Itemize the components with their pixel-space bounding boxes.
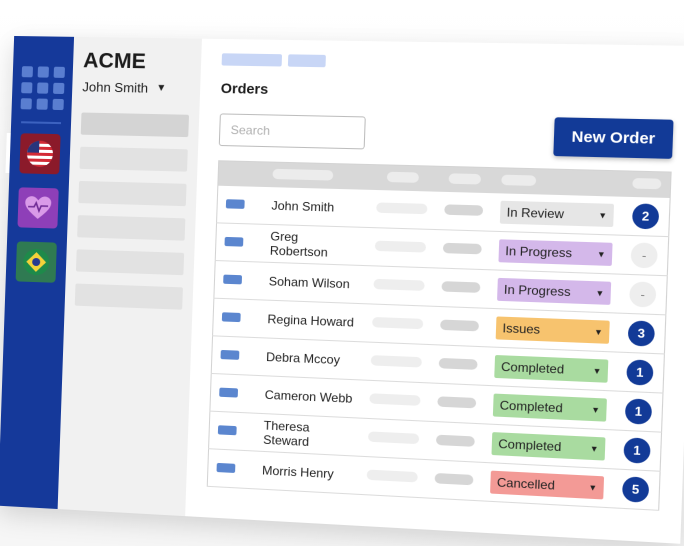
placeholder-cell — [439, 358, 478, 370]
sidebar-item[interactable] — [78, 181, 186, 206]
app-tile-health[interactable] — [17, 187, 58, 228]
status-label: Cancelled — [497, 475, 555, 493]
count-badge: - — [629, 281, 656, 307]
row-tag-icon — [226, 199, 245, 209]
count-badge: - — [630, 242, 657, 268]
status-label: Completed — [499, 398, 563, 415]
chevron-down-icon: ▼ — [597, 249, 606, 259]
app-window: ACME John Smith ▼ Orders New Order — [0, 36, 684, 544]
count-badge: 5 — [622, 476, 649, 503]
placeholder-cell — [440, 320, 479, 332]
status-dropdown[interactable]: Completed ▼ — [493, 394, 607, 422]
customer-name: Regina Howard — [267, 312, 354, 330]
orders-table: John Smith In Review ▼ 2 Greg Robertson In Pr… — [207, 160, 672, 511]
placeholder-cell — [437, 396, 476, 408]
status-dropdown[interactable]: In Progress ▼ — [498, 239, 612, 266]
placeholder-cell — [373, 279, 424, 291]
placeholder-cell — [435, 473, 474, 485]
row-tag-icon — [222, 312, 241, 322]
row-tag-icon — [219, 388, 238, 398]
customer-name: Debra Mccoy — [266, 350, 340, 367]
customer-name: John Smith — [271, 198, 334, 214]
sidebar-item[interactable] — [80, 147, 188, 172]
customer-name: Greg Robertson — [270, 229, 328, 260]
status-label: Completed — [501, 359, 565, 376]
status-label: In Review — [506, 205, 564, 221]
status-dropdown[interactable]: Completed ▼ — [491, 432, 605, 460]
row-tag-icon — [224, 237, 243, 247]
search-input[interactable] — [219, 113, 366, 149]
count-badge: 1 — [623, 437, 650, 464]
placeholder-cell — [368, 431, 419, 444]
app-tile-us[interactable] — [19, 133, 60, 174]
status-label: In Progress — [504, 282, 571, 299]
count-badge: 1 — [625, 398, 652, 424]
brand-title: ACME — [83, 49, 191, 75]
status-dropdown[interactable]: Issues ▼ — [496, 316, 610, 343]
main-content: Orders New Order John SmithIn Revie — [185, 39, 684, 544]
sidebar-item[interactable] — [81, 112, 189, 137]
chevron-down-icon: ▼ — [156, 83, 166, 94]
page-title: Orders — [221, 80, 675, 105]
flag-brazil-icon — [23, 249, 50, 276]
chevron-down-icon: ▼ — [598, 210, 607, 220]
chevron-down-icon: ▼ — [590, 444, 599, 454]
placeholder-cell — [369, 393, 420, 406]
sidebar-item[interactable] — [76, 249, 184, 275]
row-tag-icon — [223, 275, 242, 285]
placeholder-cell — [376, 202, 427, 214]
placeholder-cell — [372, 317, 423, 329]
app-grid-icon[interactable] — [20, 66, 64, 110]
status-label: In Progress — [505, 244, 572, 261]
breadcrumb — [222, 53, 676, 73]
sidebar-item[interactable] — [75, 284, 183, 310]
status-label: Issues — [502, 321, 540, 337]
breadcrumb-item[interactable] — [288, 54, 326, 67]
sidebar-item[interactable] — [77, 215, 185, 241]
chevron-down-icon: ▼ — [592, 366, 601, 376]
chevron-down-icon: ▼ — [595, 288, 604, 298]
row-tag-icon — [217, 463, 236, 473]
row-tag-icon — [220, 350, 239, 360]
user-name: John Smith — [82, 79, 148, 95]
placeholder-cell — [371, 355, 422, 367]
count-badge: 3 — [628, 320, 655, 346]
flag-us-icon — [27, 140, 54, 167]
chevron-down-icon: ▼ — [591, 405, 600, 415]
status-dropdown[interactable]: In Review ▼ — [500, 201, 614, 227]
placeholder-cell — [436, 435, 475, 447]
customer-name: Soham Wilson — [269, 274, 350, 291]
app-tile-brazil[interactable] — [16, 241, 57, 282]
placeholder-cell — [444, 204, 483, 216]
placeholder-cell — [367, 470, 418, 483]
count-badge: 2 — [632, 203, 659, 229]
placeholder-cell — [441, 281, 480, 293]
rail-divider — [21, 121, 61, 124]
status-label: Completed — [498, 437, 562, 455]
health-heart-icon — [24, 194, 53, 221]
count-badge: 1 — [626, 359, 653, 385]
customer-name: Cameron Webb — [265, 388, 353, 406]
placeholder-cell — [443, 243, 482, 255]
status-dropdown[interactable]: Cancelled ▼ — [490, 471, 604, 500]
row-tag-icon — [218, 425, 237, 435]
screenshot-stage: ACME John Smith ▼ Orders New Order — [0, 0, 684, 546]
customer-name: Morris Henry — [262, 463, 334, 481]
new-order-button[interactable]: New Order — [553, 117, 673, 159]
placeholder-cell — [375, 241, 426, 253]
user-menu[interactable]: John Smith ▼ — [82, 79, 190, 96]
customer-name: Theresa Steward — [263, 418, 310, 449]
status-dropdown[interactable]: In Progress ▼ — [497, 278, 611, 305]
chevron-down-icon: ▼ — [588, 482, 597, 492]
sidebar: ACME John Smith ▼ — [58, 37, 202, 516]
chevron-down-icon: ▼ — [594, 327, 603, 337]
breadcrumb-item[interactable] — [222, 53, 282, 66]
status-dropdown[interactable]: Completed ▼ — [494, 355, 608, 383]
